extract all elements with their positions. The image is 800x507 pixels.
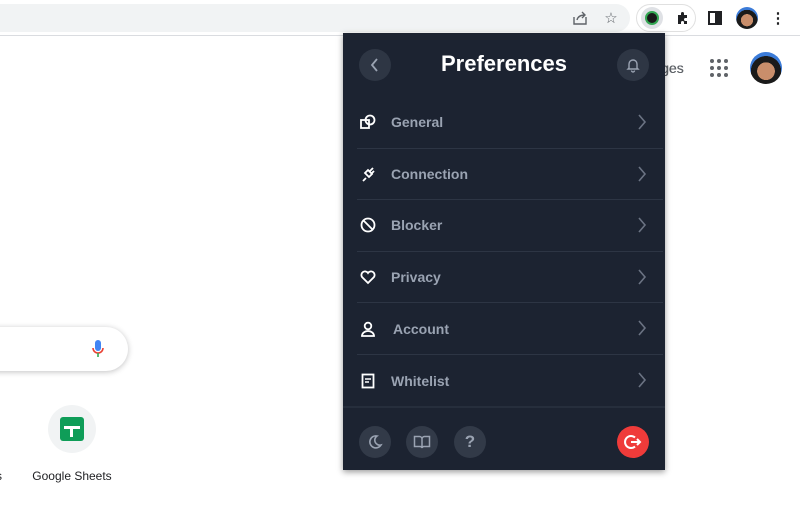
menu-item-label: Whitelist <box>391 372 450 389</box>
star-icon[interactable]: ☆ <box>601 8 621 28</box>
menu-item-account[interactable]: Account <box>357 303 663 355</box>
vpn-extension-icon[interactable] <box>641 7 663 29</box>
shapes-icon <box>358 112 378 132</box>
menu-item-label: Connection <box>391 165 468 182</box>
menu-item-connection[interactable]: Connection <box>357 149 663 201</box>
shortcut-label-partial: s <box>0 469 2 483</box>
preferences-menu: General Connection Blocker Privacy Accou… <box>357 97 663 407</box>
help-button[interactable]: ? <box>454 426 486 458</box>
document-icon <box>358 371 378 391</box>
menu-item-label: General <box>391 114 444 131</box>
chevron-right-icon <box>638 269 647 285</box>
menu-item-blocker[interactable]: Blocker <box>357 200 663 252</box>
microphone-icon[interactable] <box>92 340 104 358</box>
menu-item-label: Account <box>393 320 449 337</box>
menu-item-whitelist[interactable]: Whitelist <box>357 355 663 407</box>
puzzle-icon[interactable] <box>673 8 693 28</box>
chevron-right-icon <box>638 217 647 233</box>
menu-item-general[interactable]: General <box>357 97 663 149</box>
profile-avatar[interactable] <box>736 7 758 29</box>
search-input[interactable] <box>0 327 128 371</box>
apps-grid-icon[interactable] <box>710 59 728 77</box>
share-icon[interactable] <box>570 8 590 28</box>
block-icon <box>358 215 378 235</box>
bell-icon <box>626 59 640 73</box>
chevron-right-icon <box>638 114 647 130</box>
plug-icon <box>358 164 378 184</box>
heart-shield-icon <box>358 267 378 287</box>
moon-icon <box>369 435 383 449</box>
question-icon: ? <box>464 432 476 451</box>
menu-item-label: Privacy <box>391 269 441 286</box>
book-icon <box>413 435 431 449</box>
chevron-right-icon <box>638 166 647 182</box>
account-avatar[interactable] <box>750 52 782 84</box>
guide-button[interactable] <box>406 426 438 458</box>
google-sheets-icon <box>60 417 84 441</box>
browser-toolbar: ☆ ⋮ <box>0 0 800 36</box>
chevron-right-icon <box>638 320 647 336</box>
address-bar[interactable] <box>0 4 630 32</box>
logout-icon <box>624 435 642 449</box>
menu-item-label: Blocker <box>391 217 443 234</box>
more-vert-icon[interactable]: ⋮ <box>768 8 788 28</box>
shortcut-google-sheets[interactable]: Google Sheets <box>29 405 115 483</box>
popup-footer: ? <box>343 406 665 470</box>
user-icon <box>358 319 378 339</box>
logout-button[interactable] <box>617 426 649 458</box>
side-panel-icon[interactable] <box>705 8 725 28</box>
shortcut-label: Google Sheets <box>32 469 112 483</box>
chevron-right-icon <box>638 372 647 388</box>
menu-item-privacy[interactable]: Privacy <box>357 252 663 304</box>
notifications-button[interactable] <box>617 49 649 81</box>
dark-mode-button[interactable] <box>359 426 391 458</box>
preferences-popup: Preferences General Connection Blocker P… <box>343 33 665 470</box>
